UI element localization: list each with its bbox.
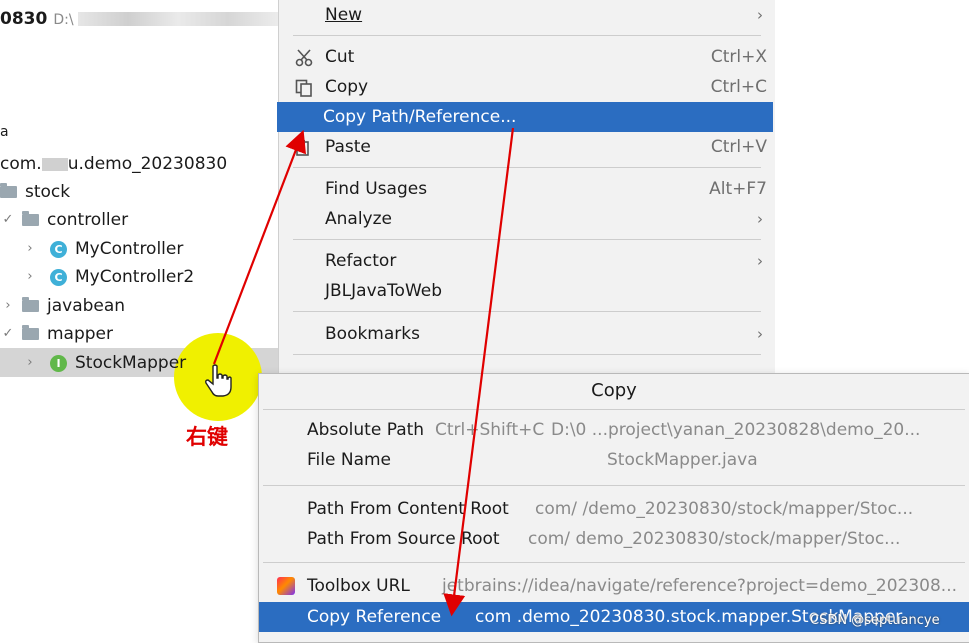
watermark: CSDN @septuancye xyxy=(810,613,940,628)
copy-path-source-root[interactable]: Path From Source Root com/ demo_20230830… xyxy=(259,524,969,554)
hand-cursor-icon xyxy=(205,364,232,397)
menu-item-paste[interactable]: Paste Ctrl+V xyxy=(279,132,775,162)
tree-node-mycontroller[interactable]: › C MyController xyxy=(22,235,183,263)
folder-icon xyxy=(22,297,39,312)
chevron-right-icon: › xyxy=(757,6,763,24)
chevron-right-icon[interactable]: › xyxy=(22,349,38,377)
class-icon: C xyxy=(50,268,67,286)
popup-title: Copy xyxy=(591,380,637,401)
menu-item-jbl[interactable]: JBLJavaToWeb xyxy=(279,276,775,306)
copy-file-name[interactable]: File Name StockMapper.java xyxy=(259,445,969,475)
popup-separator xyxy=(263,485,965,486)
menu-item-copy-path[interactable]: Copy Path/Reference... xyxy=(277,102,773,132)
chevron-right-icon: › xyxy=(757,252,763,270)
blurred-path xyxy=(77,12,278,26)
copy-absolute-path[interactable]: Absolute Path Ctrl+Shift+C D:\0 ...proje… xyxy=(259,415,969,445)
package-label-suffix: u.demo_20230830 xyxy=(67,154,228,174)
blurred-package xyxy=(41,157,68,171)
tree-node-label: javabean xyxy=(47,296,126,316)
scissors-icon xyxy=(295,49,313,67)
menu-item-refactor[interactable]: Refactor › xyxy=(279,246,775,276)
folder-icon xyxy=(22,325,39,340)
tree-node-label: controller xyxy=(47,210,129,230)
popup-separator xyxy=(263,562,965,563)
package-node[interactable]: com. u.demo_20230830 xyxy=(0,150,227,178)
menu-item-copy[interactable]: Copy Ctrl+C xyxy=(279,72,775,102)
package-label-prefix: com. xyxy=(0,154,42,174)
folder-icon xyxy=(0,183,17,198)
project-name: 0830 xyxy=(0,9,48,29)
menu-item-find-usages[interactable]: Find Usages Alt+F7 xyxy=(279,174,775,204)
menu-item-analyze[interactable]: Analyze › xyxy=(279,204,775,234)
paste-icon xyxy=(296,140,309,156)
menu-item-new[interactable]: New › xyxy=(279,0,775,30)
tree-node-label: mapper xyxy=(47,324,114,344)
context-menu: New › Cut Ctrl+X Copy Ctrl+C Copy Path/R… xyxy=(277,0,775,382)
tree-node-label: MyController xyxy=(75,239,184,259)
copy-popup: Copy Absolute Path Ctrl+Shift+C D:\0 ...… xyxy=(258,373,969,643)
tree-node-mycontroller2[interactable]: › C MyController2 xyxy=(22,263,194,291)
project-tree: 0830D:\20 a com.u.demo_20230830 stock ✓ … xyxy=(0,0,297,641)
class-icon: C xyxy=(50,240,67,258)
menu-separator xyxy=(293,239,761,240)
menu-separator xyxy=(293,35,761,36)
chevron-right-icon: › xyxy=(757,210,763,228)
tree-node-label: StockMapper xyxy=(75,353,187,373)
tree-node-label: MyController2 xyxy=(75,267,195,287)
tree-node-stockmapper[interactable]: › I StockMapper xyxy=(22,349,186,377)
root-label: a xyxy=(0,124,9,140)
chevron-down-icon[interactable]: ✓ xyxy=(0,320,16,348)
toolbox-icon xyxy=(277,577,295,595)
chevron-right-icon[interactable]: › xyxy=(0,292,16,320)
chevron-right-icon[interactable]: › xyxy=(22,263,38,291)
copy-toolbox-url[interactable]: Toolbox URL jetbrains://idea/navigate/re… xyxy=(259,571,969,601)
tree-node-label: stock xyxy=(25,182,71,202)
chevron-right-icon[interactable]: › xyxy=(22,235,38,263)
popup-separator xyxy=(263,409,965,410)
chevron-down-icon[interactable]: ✓ xyxy=(0,206,16,234)
tree-node-stock[interactable]: stock xyxy=(0,178,70,206)
root-node[interactable]: a xyxy=(0,121,9,143)
tree-node-mapper[interactable]: ✓ mapper xyxy=(0,320,113,348)
copy-path-content-root[interactable]: Path From Content Root com/ /demo_202308… xyxy=(259,494,969,524)
menu-item-cut[interactable]: Cut Ctrl+X xyxy=(279,42,775,72)
tree-node-javabean[interactable]: › javabean xyxy=(0,292,125,320)
project-header: 0830D:\20 xyxy=(0,9,297,29)
menu-separator xyxy=(293,167,761,168)
tree-node-controller[interactable]: ✓ controller xyxy=(0,206,129,234)
chevron-right-icon: › xyxy=(757,325,763,343)
menu-item-bookmarks[interactable]: Bookmarks › xyxy=(279,319,775,349)
project-path: D:\ xyxy=(53,12,74,28)
menu-separator xyxy=(293,354,761,355)
interface-icon: I xyxy=(50,354,67,372)
annotation-label: 右键 xyxy=(186,425,228,449)
folder-icon xyxy=(22,211,39,226)
menu-separator xyxy=(293,311,761,312)
copy-icon xyxy=(295,79,312,97)
